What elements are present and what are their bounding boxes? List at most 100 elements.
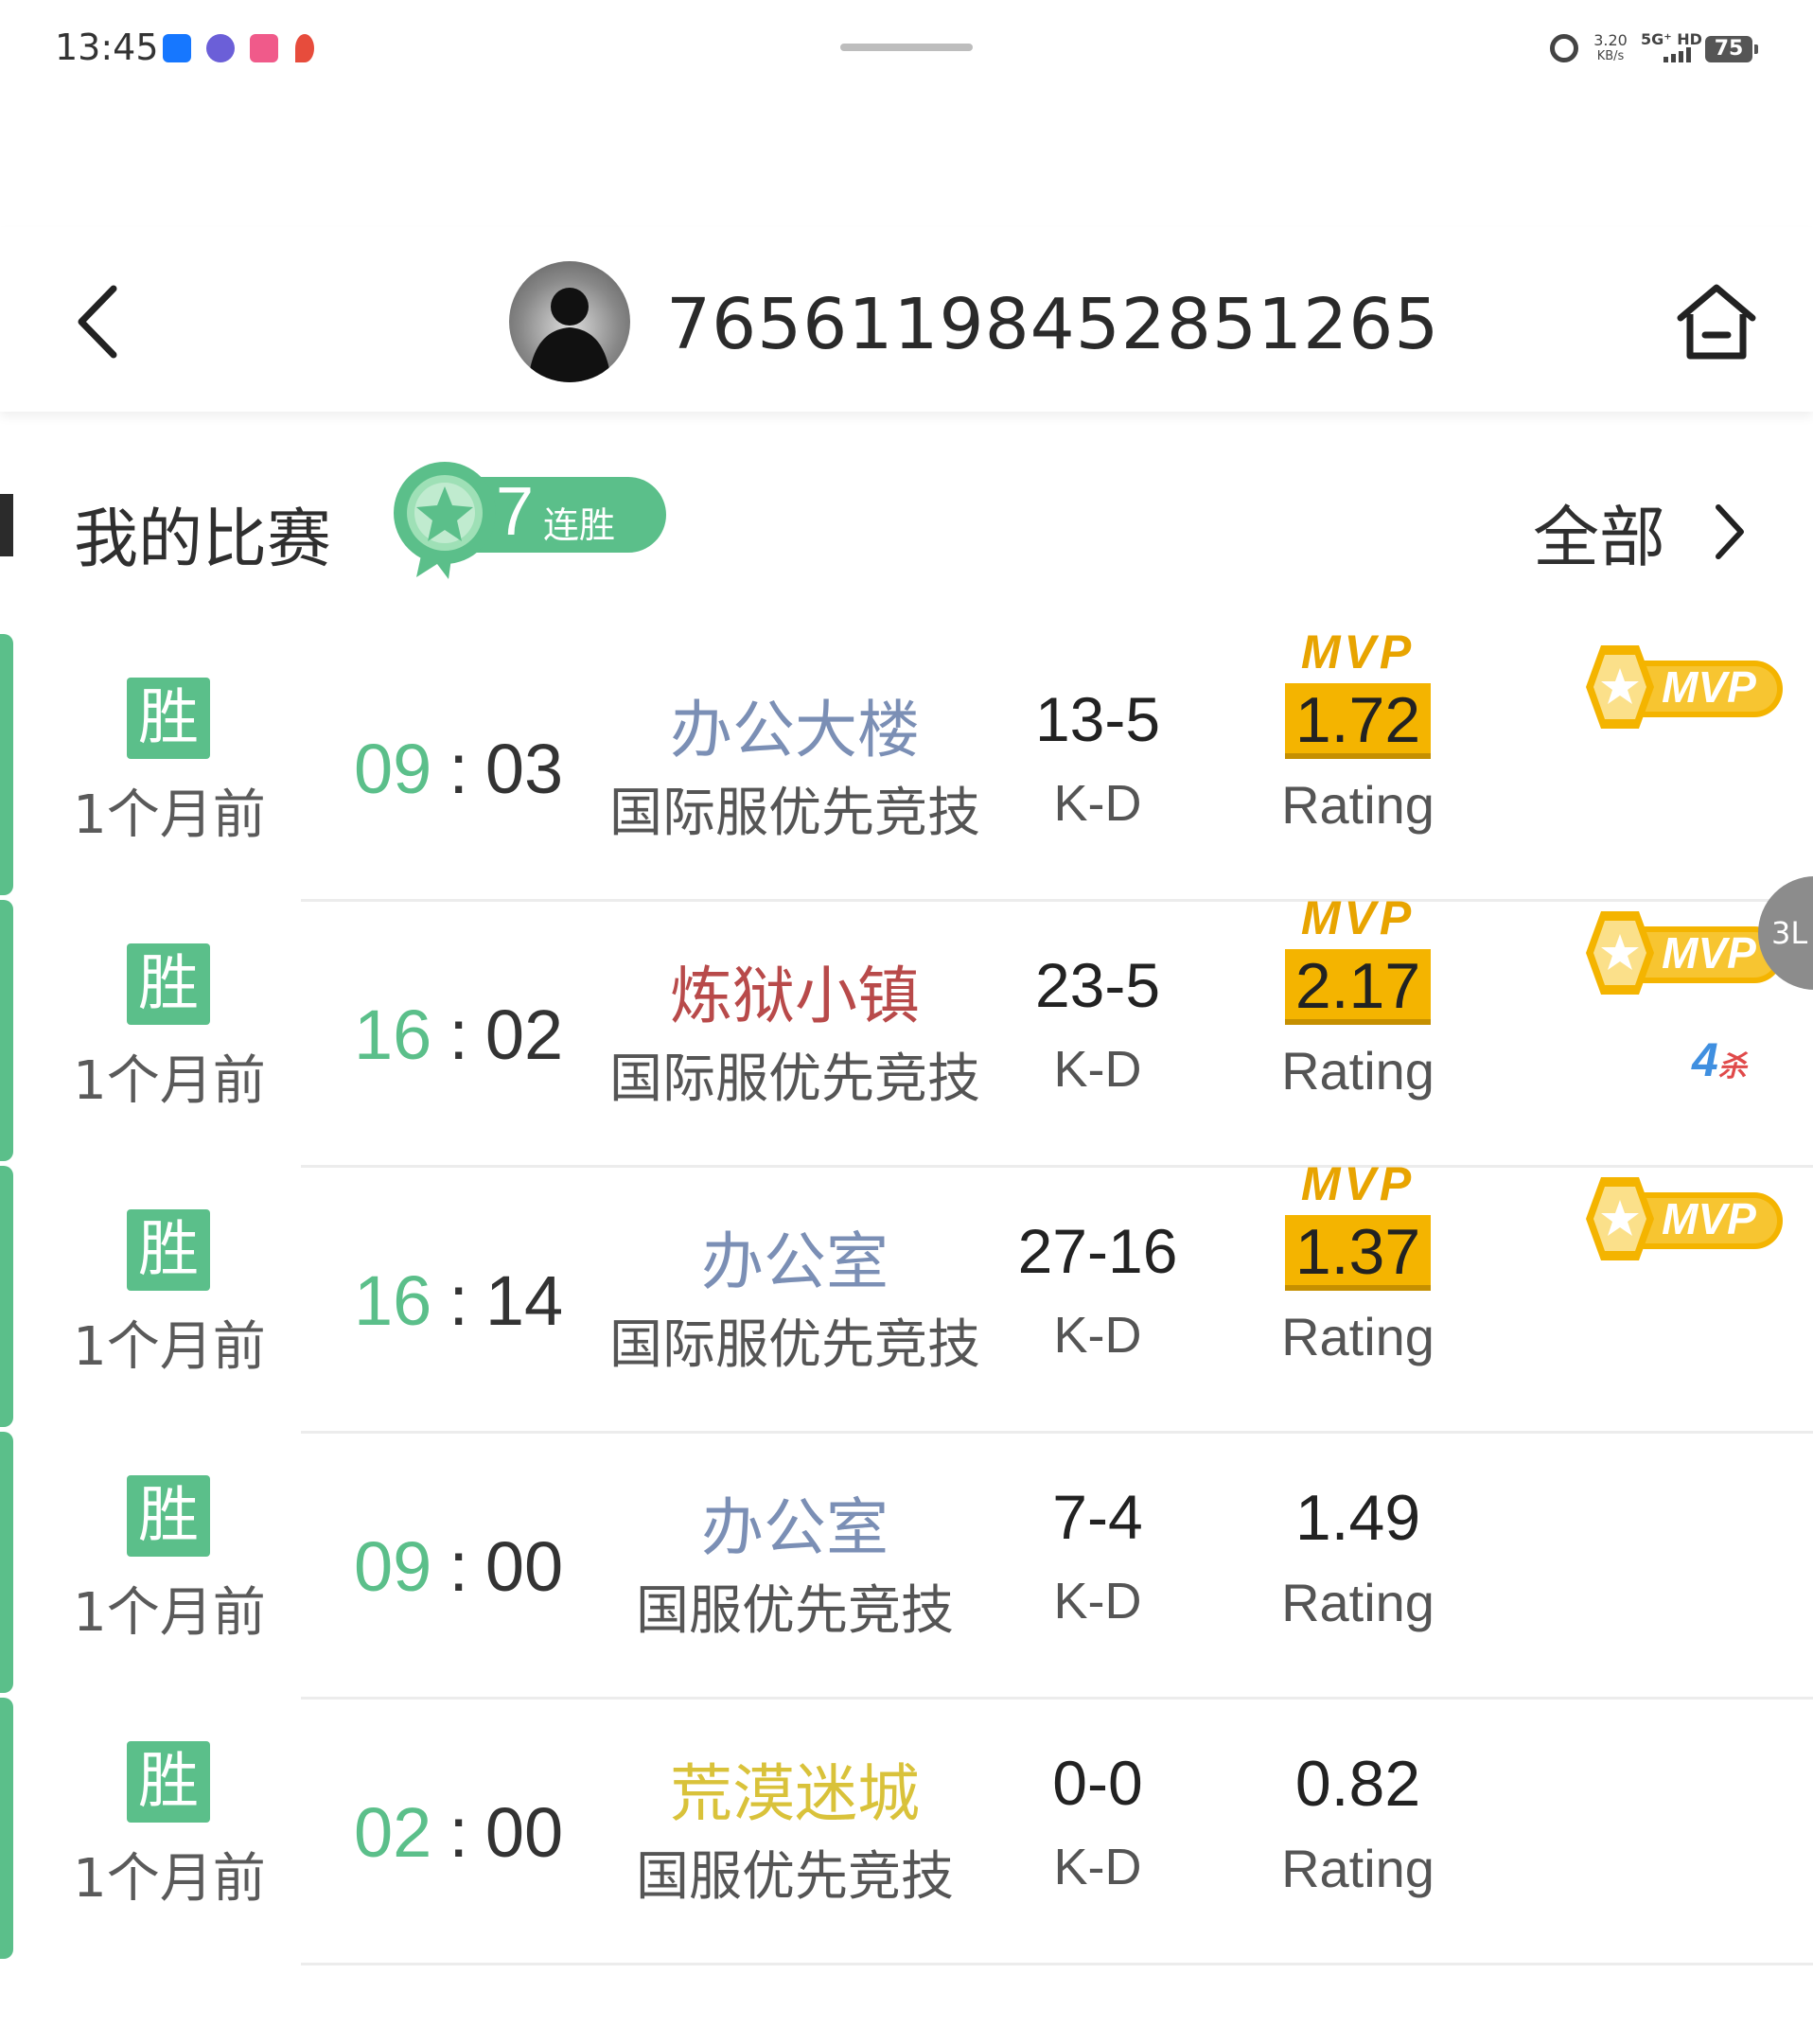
match-duration: 16:14 [354,1260,563,1341]
kd-value: 13-5 [1034,684,1161,754]
duration-minutes: 09 [354,730,432,808]
result-accent-bar [0,634,13,895]
kd-label: K-D [1053,1573,1142,1630]
match-time-ago: 1个月前 [73,1848,266,1910]
match-duration: 02:00 [354,1792,563,1873]
kd-label: K-D [1053,775,1142,832]
match-row[interactable]: 胜 1个月前 09:00 办公室 国服优先竞技 7-4 K-D 1.49 Rating [0,1432,1813,1700]
duration-minutes: 02 [354,1793,432,1872]
game-mode: 国服优先竞技 [636,1580,954,1642]
network-type: 5G⁺ HD [1641,30,1702,48]
result-accent-bar [0,1698,13,1959]
rating-label: Rating [1281,1573,1435,1632]
duration-minutes: 16 [354,996,432,1074]
kd-label: K-D [1053,1839,1142,1895]
result-accent-bar [0,1432,13,1693]
network-speed-unit: KB/s [1596,49,1625,63]
rating-value: 1.49 [1294,1482,1421,1554]
kd-label: K-D [1053,1041,1142,1098]
award-ribbon-icon [394,462,496,579]
result-badge: 胜 [127,678,210,759]
location-notification-icon [295,34,314,62]
back-button[interactable] [66,279,132,364]
match-duration: 09:00 [354,1526,563,1607]
multi-kill-badge: 4杀 [1692,1032,1747,1087]
app-notification-icon [206,34,235,62]
alarm-icon [1550,34,1578,62]
duration-seconds: 03 [484,730,564,808]
game-mode: 国际服优先竞技 [609,783,980,844]
rating-label: Rating [1281,1839,1435,1898]
game-mode: 国服优先竞技 [636,1846,954,1908]
duration-separator: : [449,1261,468,1340]
rating-label: Rating [1281,775,1435,835]
mvp-rating-tag: MVP [1300,891,1416,944]
match-time-ago: 1个月前 [73,784,266,846]
rating-label: Rating [1281,1041,1435,1101]
win-streak-count: 7 [496,474,535,550]
section-title: 我的比赛 [74,502,332,577]
mvp-award-text: MVP [1662,1194,1756,1243]
network-speed-value: 3.20 [1593,31,1628,49]
map-name: 办公室 [701,1491,889,1564]
duration-separator: : [449,1793,468,1872]
match-row[interactable]: 胜 1个月前 09:03 办公大楼 国际服优先竞技 13-5 K-D MVP 1.72 Ratin… [0,626,1813,902]
match-time-ago: 1个月前 [73,1582,266,1644]
kd-value: 0-0 [1052,1748,1143,1818]
match-duration: 16:02 [354,995,563,1075]
mvp-award-icon: MVP [1586,645,1783,729]
duration-seconds: 00 [484,1793,564,1872]
match-row[interactable]: 胜 1个月前 16:02 炼狱小镇 国际服优先竞技 23-5 K-D MVP 2.17 Ratin… [0,891,1813,1168]
rating-value: 2.17 [1294,950,1421,1022]
match-time-ago: 1个月前 [73,1050,266,1112]
rating-value: 1.37 [1294,1216,1421,1288]
list-fade [0,1987,1813,2044]
battery-icon: 75 [1705,36,1758,62]
player-id-title: 76561198452851265 [666,284,1440,365]
home-button[interactable] [1671,276,1762,367]
kd-value: 27-16 [1017,1216,1178,1286]
section-marker [0,494,13,556]
duration-separator: : [449,1527,468,1606]
drag-handle[interactable] [840,44,973,51]
multi-kill-count: 4 [1692,1033,1718,1086]
mvp-award-icon: MVP [1586,911,1783,995]
kd-value: 23-5 [1034,950,1161,1020]
signal-icon [1663,47,1691,62]
duration-seconds: 02 [484,996,564,1074]
app-notification-icon [163,34,191,62]
match-row[interactable]: 胜 1个月前 02:00 荒漠迷城国服优先竞技 0-0 K-D 0.82 Rating [0,1698,1813,1965]
map-name: 办公大楼 [670,694,920,766]
result-accent-bar [0,900,13,1161]
match-duration: 09:03 [354,729,563,809]
profile-header: 76561198452851265 [0,227,1813,412]
user-silhouette-icon [528,288,611,382]
duration-separator: : [449,730,468,808]
mvp-award-icon: MVP [1586,1177,1783,1260]
mvp-award-text: MVP [1662,662,1756,712]
view-all-link[interactable]: 全部 [1533,485,1665,580]
match-row[interactable]: 胜 1个月前 16:14 办公室 国际服优先竞技 27-16 K-D MVP 1.37 Ratin… [0,1157,1813,1434]
rating-value: 0.82 [1294,1748,1421,1820]
result-badge: 胜 [127,1209,210,1291]
multi-kill-suffix: 杀 [1717,1051,1747,1083]
duration-seconds: 14 [484,1261,564,1340]
duration-seconds: 00 [484,1527,564,1606]
mvp-award-text: MVP [1662,928,1756,978]
result-badge: 胜 [127,1741,210,1823]
map-name: 办公室 [701,1225,889,1298]
duration-separator: : [449,996,468,1074]
app-notification-icon [250,34,278,62]
map-name: 荒漠迷城 [670,1757,920,1830]
kd-label: K-D [1053,1307,1142,1364]
win-streak-label: 连胜 [543,504,616,546]
duration-minutes: 16 [354,1261,432,1340]
map-name: 炼狱小镇 [670,960,920,1032]
rating-label: Rating [1281,1307,1435,1366]
home-icon [1677,284,1756,360]
avatar[interactable] [509,261,630,382]
status-bar: 13:45 3.20 KB/s 5G⁺ HD 75 [0,0,1813,95]
game-mode: 国际服优先竞技 [609,1314,980,1376]
chevron-right-icon[interactable] [1711,502,1749,562]
network-speed: 3.20 KB/s [1590,32,1631,64]
